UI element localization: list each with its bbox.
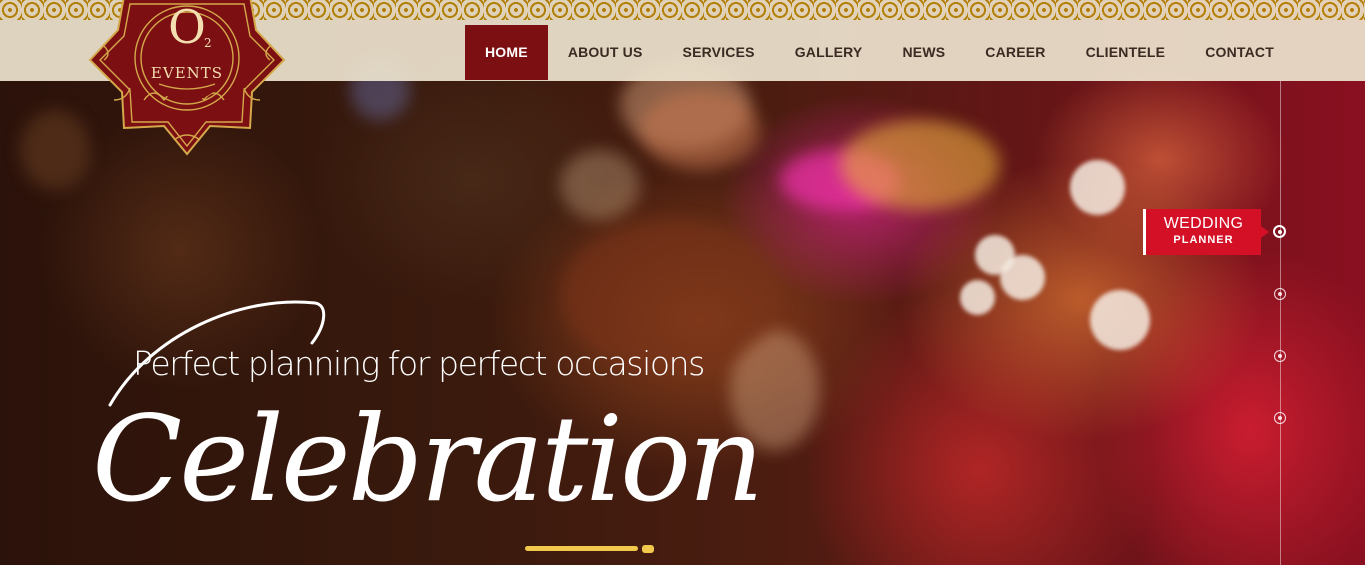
slider-label-line2: PLANNER (1173, 234, 1234, 246)
bokeh-light (20, 110, 90, 190)
flower-garland (1070, 160, 1125, 215)
nav-contact[interactable]: CONTACT (1185, 25, 1294, 80)
hero-tagline: Perfect planning for perfect occasions (133, 344, 705, 383)
nav-clientele[interactable]: CLIENTELE (1066, 25, 1186, 80)
hero-headline: Celebration (92, 390, 764, 528)
hand (640, 90, 760, 170)
bangles (840, 120, 1000, 210)
slider-label-line1: WEDDING (1163, 215, 1244, 232)
nav-gallery[interactable]: GALLERY (775, 25, 883, 80)
flower-garland (960, 280, 995, 315)
slider-dot-4[interactable] (1274, 412, 1286, 424)
nav-home[interactable]: HOME (465, 25, 548, 80)
nav-about-us[interactable]: ABOUT US (548, 25, 663, 80)
slider-dot-2[interactable] (1274, 288, 1286, 300)
logo[interactable]: O 2 EVENTS (84, 0, 290, 156)
flower-garland (1090, 290, 1150, 350)
nav-news[interactable]: NEWS (882, 25, 965, 80)
nav-services[interactable]: SERVICES (663, 25, 775, 80)
main-navigation: HOME ABOUT US SERVICES GALLERY NEWS CARE… (465, 25, 1294, 80)
slider-active-label[interactable]: WEDDING PLANNER (1143, 209, 1269, 255)
headline-underline-dot (642, 545, 654, 553)
slider-dot-3[interactable] (1274, 350, 1286, 362)
logo-letter: O (168, 0, 206, 54)
logo-subscript: 2 (204, 36, 212, 50)
bokeh-light (560, 150, 640, 220)
nav-career[interactable]: CAREER (965, 25, 1065, 80)
headline-underline (525, 546, 638, 551)
logo-word: EVENTS (150, 64, 224, 82)
slider-track-line (1280, 81, 1281, 565)
slider-dot-1[interactable] (1273, 225, 1286, 238)
flower-garland (1000, 255, 1045, 300)
